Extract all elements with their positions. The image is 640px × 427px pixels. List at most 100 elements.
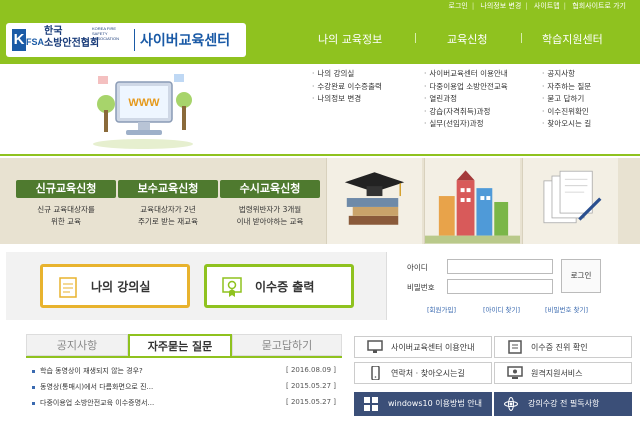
- list-item[interactable]: 동영상(통매시)에서 다름화면으로 진... [ 2015.05.27 ]: [32, 382, 336, 396]
- computer-illustration-icon: WWW: [93, 74, 193, 149]
- new-course-desc-line1: 신규 교육대상자를: [37, 205, 95, 214]
- post-title: 학습 동영상이 재생되지 않는 경우?: [40, 367, 143, 375]
- pre-course-notice-button[interactable]: 강의수강 전 필독사항: [494, 392, 632, 416]
- logo-k: K: [12, 29, 26, 51]
- verify-link[interactable]: 이수증 진위 확인: [494, 336, 632, 358]
- submenu-open-course[interactable]: 열린과정: [424, 93, 508, 106]
- tab-faq[interactable]: 자주묻는 질문: [128, 334, 232, 358]
- join-link[interactable]: [회원가입]: [427, 304, 456, 314]
- windows10-guide-label: windows10 이용방법 안내: [388, 399, 482, 408]
- tab-underline: [26, 356, 342, 358]
- submenu-license-course[interactable]: 강습(자격취득)과정: [424, 106, 508, 119]
- edit-profile-link[interactable]: 나의정보 변경: [480, 2, 521, 10]
- sitemap-link[interactable]: 사이트맵: [534, 2, 560, 10]
- submenu-directions[interactable]: 찾아오시는 길: [542, 118, 591, 131]
- new-course-desc: 신규 교육대상자를 위한 교육: [16, 204, 116, 228]
- submenu-my-classroom[interactable]: 나의 강의실: [312, 68, 382, 81]
- login-link[interactable]: 로그인: [449, 2, 468, 10]
- refresh-course-desc-line1: 교육대상자가 2년: [140, 205, 196, 214]
- submenu-notice[interactable]: 공지사항: [542, 68, 591, 81]
- header: K FSA 한국 소방안전협회 KOREA FIRE SAFETY ASSOCI…: [0, 14, 640, 64]
- submenu-faq[interactable]: 자주하는 질문: [542, 81, 591, 94]
- separator: |: [525, 2, 528, 10]
- find-id-link[interactable]: [아이디 찾기]: [483, 304, 520, 314]
- atom-icon: [504, 397, 518, 411]
- post-title: 다중이용업 소방안전교육 이수증명서...: [40, 399, 155, 407]
- phone-icon: [371, 366, 380, 380]
- tab-qna[interactable]: 묻고답하기: [232, 334, 342, 356]
- post-date: [ 2015.05.27 ]: [286, 382, 336, 390]
- find-password-link[interactable]: [비밀번호 찾기]: [545, 304, 588, 314]
- course-banner: 신규교육신청 신규 교육대상자를 위한 교육 보수교육신청 교육대상자가 2년 …: [0, 158, 640, 244]
- certificate-icon: [222, 277, 242, 297]
- remote-support-link[interactable]: 원격지원서비스: [494, 362, 632, 384]
- refresh-course-desc: 교육대상자가 2년 주기로 받는 재교육: [118, 204, 218, 228]
- adhoc-course-desc-line1: 법령위반자가 3개월: [238, 205, 302, 214]
- certificate-print-label: 이수증 출력: [255, 280, 315, 294]
- list-item[interactable]: 다중이용업 소방안전교육 이수증명서... [ 2015.05.27 ]: [32, 398, 336, 412]
- submenu-practical-course[interactable]: 실무(선임자)과정: [424, 118, 508, 131]
- submenu-col-support: 공지사항 자주하는 질문 묻고 답하기 이수진위확인 찾아오시는 길: [542, 68, 591, 131]
- graduation-books-icon: [326, 158, 422, 244]
- kfsa-logo-icon: K FSA: [12, 29, 44, 51]
- nav-my-education[interactable]: 나의 교육정보: [318, 31, 382, 47]
- refresh-course-desc-line2: 주기로 받는 재교육: [138, 217, 198, 226]
- new-course-desc-line2: 위한 교육: [51, 217, 81, 226]
- submenu-guide[interactable]: 사이버교육센터 이용안내: [424, 68, 507, 81]
- password-label: 비밀번호: [407, 283, 435, 292]
- windows10-guide-button[interactable]: windows10 이용방법 안내: [354, 392, 492, 416]
- city-buildings-icon: [424, 158, 520, 244]
- list-item[interactable]: 학습 동영상이 재생되지 않는 경우? [ 2016.08.09 ]: [32, 366, 336, 380]
- login-box: 아이디 비밀번호 로그인 [회원가입] [아이디 찾기] [비밀번호 찾기]: [386, 252, 632, 320]
- verify-label: 이수증 진위 확인: [531, 343, 588, 352]
- document-check-icon: [508, 340, 522, 354]
- adhoc-course-desc: 법령위반자가 3개월 이내 받아야하는 교육: [220, 204, 320, 228]
- dropdown-submenu: WWW 나의 강의실 수강완료 이수증출력 나의정보 변경 사이버교육센터 이용…: [0, 64, 640, 156]
- remote-support-icon: [507, 366, 523, 379]
- monitor-icon: [367, 340, 383, 353]
- contact-link[interactable]: 연락처 · 찾아오시는길: [354, 362, 492, 384]
- main-nav: 나의 교육정보 교육신청 학습지원센터: [300, 14, 640, 64]
- my-classroom-button[interactable]: 나의 강의실: [40, 264, 190, 308]
- separator: |: [471, 2, 475, 10]
- logo-english-name: KOREA FIRE SAFETY ASSOCIATION: [92, 26, 120, 41]
- my-classroom-label: 나의 강의실: [91, 280, 151, 294]
- pre-course-notice-label: 강의수강 전 필독사항: [528, 399, 600, 408]
- refresh-course-card[interactable]: 보수교육신청 교육대상자가 2년 주기로 받는 재교육: [118, 180, 218, 240]
- logo-divider: [134, 29, 135, 51]
- guide-link[interactable]: 사이버교육센터 이용안내: [354, 336, 492, 358]
- windows-icon: [364, 397, 378, 411]
- www-text: WWW: [128, 97, 160, 109]
- nav-learning-support[interactable]: 학습지원센터: [542, 31, 603, 47]
- top-links: 로그인 | 나의정보 변경 | 사이트맵 | 협회사이트로 가기: [445, 1, 631, 11]
- id-input[interactable]: [447, 259, 553, 274]
- nav-separator: [521, 33, 522, 43]
- submenu-qna[interactable]: 묻고 답하기: [542, 93, 591, 106]
- nav-separator: [415, 33, 416, 43]
- adhoc-course-card[interactable]: 수시교육신청 법령위반자가 3개월 이내 받아야하는 교육: [220, 180, 320, 240]
- submenu-edit-profile[interactable]: 나의정보 변경: [312, 93, 382, 106]
- login-button[interactable]: 로그인: [561, 259, 601, 293]
- quick-area: 나의 강의실 이수증 출력 아이디 비밀번호 로그인 [회원가입] [아이디 찾…: [6, 252, 632, 320]
- submenu-certificate-print[interactable]: 수강완료 이수증출력: [312, 81, 381, 94]
- guide-label: 사이버교육센터 이용안내: [391, 343, 475, 352]
- new-course-card[interactable]: 신규교육신청 신규 교육대상자를 위한 교육: [16, 180, 116, 240]
- logo[interactable]: K FSA 한국 소방안전협회 KOREA FIRE SAFETY ASSOCI…: [6, 23, 246, 57]
- nav-course-apply[interactable]: 교육신청: [447, 31, 487, 47]
- top-utility-bar: 로그인 | 나의정보 변경 | 사이트맵 | 협회사이트로 가기: [0, 0, 640, 14]
- new-course-title: 신규교육신청: [16, 180, 116, 198]
- id-label: 아이디: [407, 263, 428, 272]
- adhoc-course-title: 수시교육신청: [220, 180, 320, 198]
- submenu-verify[interactable]: 이수진위확인: [542, 106, 591, 119]
- submenu-col-my-education: 나의 강의실 수강완료 이수증출력 나의정보 변경: [312, 68, 382, 106]
- logo-fsa: FSA: [26, 37, 44, 47]
- association-site-link[interactable]: 협회사이트로 가기: [572, 2, 626, 10]
- submenu-multiuse-safety[interactable]: 다중이용업 소방안전교육: [424, 81, 507, 94]
- separator: |: [563, 2, 567, 10]
- password-input[interactable]: [447, 279, 553, 294]
- refresh-course-title: 보수교육신청: [118, 180, 218, 198]
- certificate-print-button[interactable]: 이수증 출력: [204, 264, 354, 308]
- tab-notice[interactable]: 공지사항: [26, 334, 128, 356]
- documents-pen-icon: [522, 158, 618, 244]
- submenu-col-course-apply: 사이버교육센터 이용안내 다중이용업 소방안전교육 열린과정 강습(자격취득)과…: [424, 68, 508, 131]
